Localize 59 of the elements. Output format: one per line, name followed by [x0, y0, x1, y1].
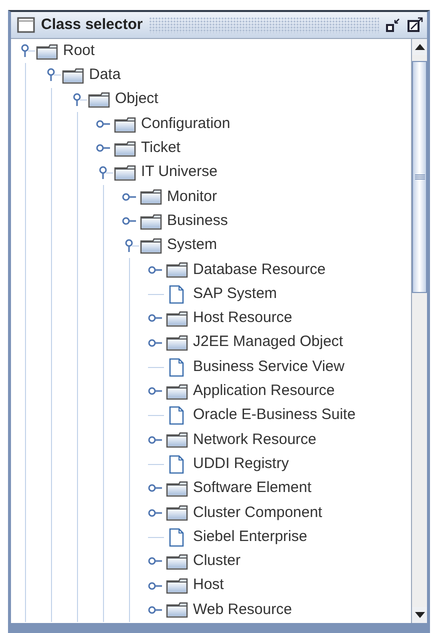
folder-icon: [166, 480, 188, 497]
tree-node-label[interactable]: SAP System: [193, 282, 277, 306]
folder-icon: [140, 212, 162, 230]
tree-node-label[interactable]: J2EE Managed Object: [193, 331, 344, 354]
tree-node-label[interactable]: Monitor: [167, 186, 218, 208]
tree-node-label[interactable]: Data: [89, 64, 121, 87]
folder-icon: [166, 504, 188, 522]
tree-node-label[interactable]: Configuration: [141, 112, 230, 136]
tree-node-label[interactable]: Database Resource: [193, 258, 326, 282]
tree-node-label[interactable]: Cluster Component: [193, 502, 322, 524]
tree-node-label[interactable]: System: [167, 234, 218, 257]
tree-node-label[interactable]: Business Service View: [193, 356, 344, 378]
scroll-up-button[interactable]: [412, 39, 427, 55]
folder-icon: [166, 334, 188, 352]
tree-node-label[interactable]: Software Element: [193, 477, 312, 500]
tree-connector-line: [148, 536, 164, 538]
vertical-scrollbar[interactable]: [411, 39, 427, 623]
folder-icon: [62, 66, 84, 84]
folder-icon: [166, 431, 188, 448]
folder-icon: [114, 116, 136, 133]
folder-icon: [114, 164, 136, 182]
folder-icon: [166, 310, 188, 327]
folder-icon: [140, 188, 162, 206]
tree-node-label[interactable]: Application Resource: [193, 380, 335, 403]
tree-node-label[interactable]: UDDI Registry: [193, 452, 289, 476]
tree-node-label[interactable]: Siebel Enterprise: [193, 526, 308, 548]
folder-icon: [166, 382, 188, 400]
tree-connector-line: [148, 464, 164, 465]
tree-node-label[interactable]: Object: [115, 88, 158, 111]
tree-node-label[interactable]: IT Universe: [141, 161, 218, 184]
up-arrow-icon: [414, 44, 424, 50]
tree-node-label[interactable]: Cluster: [193, 550, 241, 573]
tree-node-label[interactable]: Business: [167, 210, 228, 232]
folder-icon: [166, 261, 188, 278]
tree-node-label[interactable]: Ticket: [141, 137, 180, 160]
tree-connector-line: [148, 415, 164, 416]
tree-connector-line: [148, 294, 164, 295]
folder-icon: [166, 601, 188, 618]
down-arrow-icon: [414, 612, 424, 618]
folder-icon: [36, 42, 58, 60]
window-icon: [17, 17, 35, 33]
window-title: Class selector: [41, 14, 143, 35]
folder-icon: [140, 237, 162, 254]
tree-node-label[interactable]: Oracle E-Business Suite: [193, 404, 356, 427]
folder-icon: [88, 91, 110, 108]
tree-node-label[interactable]: Web Resource: [193, 598, 292, 622]
tree-node-label[interactable]: Root: [63, 40, 95, 62]
tree-node-label[interactable]: Network Resource: [193, 428, 316, 452]
folder-icon: [166, 577, 188, 594]
tree-connector-line: [148, 366, 164, 368]
tree-node-label[interactable]: Host: [193, 574, 224, 597]
scrollbar-thumb[interactable]: [412, 61, 427, 293]
folder-icon: [114, 140, 136, 157]
scroll-down-button[interactable]: [412, 607, 427, 623]
maximize-button[interactable]: [407, 17, 423, 33]
folder-icon: [166, 552, 188, 570]
grip-icon: [414, 174, 424, 180]
restore-button[interactable]: [385, 17, 401, 33]
tree-node-label[interactable]: Host Resource: [193, 307, 292, 330]
